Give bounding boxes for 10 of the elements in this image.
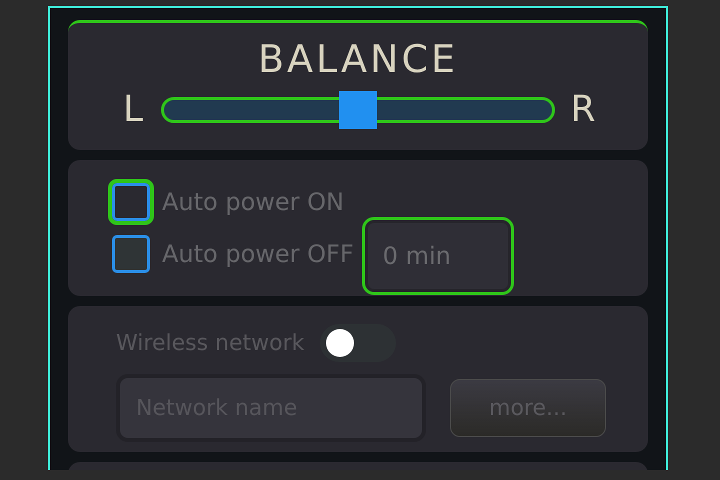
balance-title: BALANCE — [258, 37, 458, 81]
wireless-toggle[interactable] — [320, 324, 396, 362]
balance-slider[interactable] — [161, 90, 555, 128]
delay-field[interactable]: 0 min — [362, 217, 514, 295]
left-label: L — [122, 89, 144, 130]
checkbox[interactable] — [112, 235, 150, 273]
checkbox-label: Auto power ON — [162, 188, 344, 216]
right-label: R — [569, 89, 596, 130]
slider-thumb[interactable] — [339, 90, 377, 128]
checkbox-label: Auto power OFF — [162, 240, 354, 268]
